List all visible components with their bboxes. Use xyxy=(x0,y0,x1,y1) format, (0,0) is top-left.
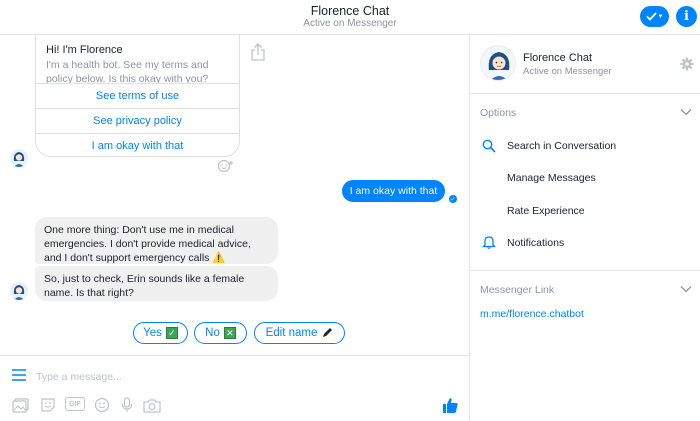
profile-status: Active on Messenger xyxy=(523,66,612,77)
add-reaction-icon[interactable] xyxy=(217,159,235,173)
user-message: I am okay with that xyxy=(342,180,445,202)
bot-message: So, just to check, Erin sounds like a fe… xyxy=(35,266,278,301)
thumbs-up-icon[interactable] xyxy=(441,396,459,414)
sticker-icon[interactable] xyxy=(39,397,57,413)
chevron-down-icon[interactable] xyxy=(680,285,692,293)
conversation-area[interactable]: Hi! I'm Florence I'm a health bot. See m… xyxy=(0,35,469,355)
bot-avatar xyxy=(10,149,28,167)
emoji-icon[interactable] xyxy=(93,397,111,413)
options-section-title[interactable]: Options xyxy=(480,107,516,119)
florence-avatar-icon xyxy=(10,149,28,167)
check-mark-icon: ✓ xyxy=(165,327,178,339)
search-conversation-item[interactable]: Search in Conversation xyxy=(507,140,616,152)
quick-reply-edit-name[interactable]: Edit name xyxy=(254,322,345,344)
messenger-link[interactable]: m.me/florence.chatbot xyxy=(480,308,584,320)
composer-divider xyxy=(0,355,469,356)
quick-reply-label: Edit name xyxy=(265,327,318,339)
quick-reply-label: Yes xyxy=(143,327,162,339)
manage-messages-item[interactable]: Manage Messages xyxy=(507,172,596,184)
chat-title: Florence Chat xyxy=(310,4,390,18)
menu-icon[interactable] xyxy=(12,369,26,381)
bot-message: One more thing: Don't use me in medical … xyxy=(35,217,278,264)
gif-icon[interactable]: GIF xyxy=(65,397,85,411)
florence-avatar-icon xyxy=(10,282,28,300)
info-icon: i xyxy=(684,9,689,24)
quick-reply-label: No xyxy=(205,327,220,339)
pencil-icon xyxy=(323,328,333,337)
gear-icon[interactable] xyxy=(680,57,694,71)
image-icon[interactable] xyxy=(11,397,29,413)
chat-subtitle: Active on Messenger xyxy=(303,18,397,29)
check-dropdown-button[interactable]: ▼ xyxy=(640,6,669,27)
terms-of-use-button[interactable]: See terms of use xyxy=(36,83,239,108)
seen-indicator-icon: ✓ xyxy=(449,195,457,203)
chevron-down-icon: ▼ xyxy=(657,13,664,20)
quick-reply-yes[interactable]: Yes ✓ xyxy=(133,322,188,344)
info-button[interactable]: i xyxy=(676,6,697,27)
camera-icon[interactable] xyxy=(142,397,162,413)
card-text: I'm a health bot. See my terms and polic… xyxy=(46,59,209,85)
florence-avatar-icon xyxy=(481,46,515,80)
bell-icon xyxy=(482,236,496,249)
message-input[interactable] xyxy=(36,369,436,385)
terms-card: Hi! I'm Florence I'm a health bot. See m… xyxy=(35,35,240,157)
search-icon xyxy=(482,139,496,153)
microphone-icon[interactable] xyxy=(120,397,134,413)
profile-avatar[interactable] xyxy=(480,45,516,81)
share-icon[interactable] xyxy=(250,43,266,61)
quick-reply-no[interactable]: No ✕ xyxy=(194,322,247,344)
panel-separator xyxy=(470,270,700,271)
profile-name: Florence Chat xyxy=(523,52,593,64)
messenger-link-section-title[interactable]: Messenger Link xyxy=(480,284,554,296)
check-icon xyxy=(645,12,657,21)
chevron-down-icon[interactable] xyxy=(680,108,692,116)
cross-mark-icon: ✕ xyxy=(223,327,236,339)
rate-experience-item[interactable]: Rate Experience xyxy=(507,205,585,217)
chat-header: Florence Chat Active on Messenger ▼ i xyxy=(0,0,700,35)
notifications-item[interactable]: Notifications xyxy=(507,237,564,249)
consent-button[interactable]: I am okay with that xyxy=(36,133,239,158)
card-title: Hi! I'm Florence xyxy=(46,44,123,56)
privacy-policy-button[interactable]: See privacy policy xyxy=(36,108,239,133)
panel-separator xyxy=(470,93,700,94)
bot-avatar xyxy=(10,282,28,300)
